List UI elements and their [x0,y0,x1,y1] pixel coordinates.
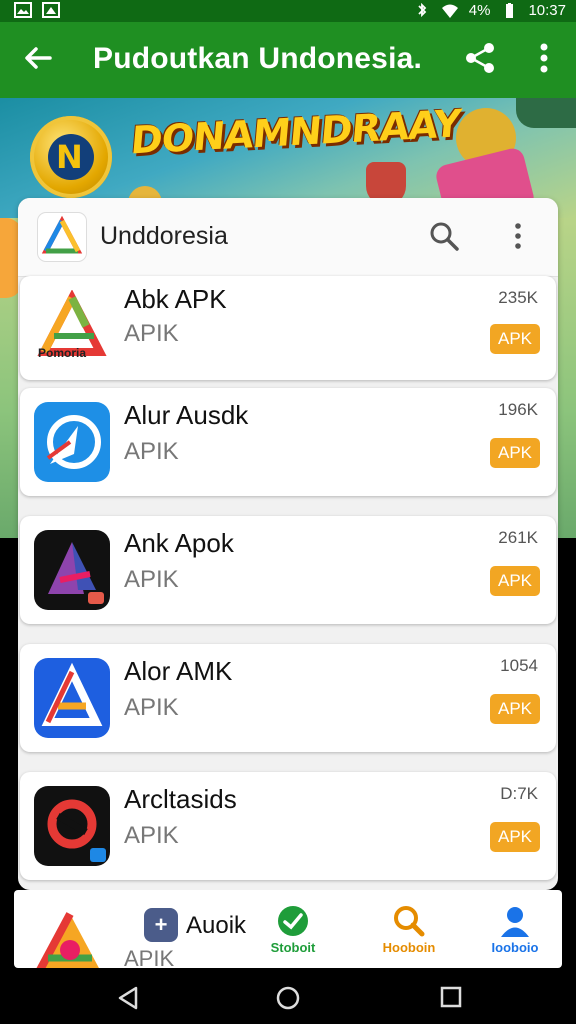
nav-label: Iooboio [491,940,539,955]
app-type: APIK [124,320,179,347]
app-size: 1054 [500,656,538,675]
person-icon [501,907,529,937]
app-name: Alur Ausdk [124,400,249,430]
back-triangle-icon[interactable] [116,986,140,1010]
app-icon [34,658,110,738]
app-size: 235K [498,288,538,307]
apk-button[interactable]: APK [490,566,540,596]
nav-item-iooboio[interactable]: Iooboio [470,904,560,964]
check-circle-icon [278,906,308,936]
bluetooth-icon [418,2,427,17]
search-label: Unddoresia [100,222,228,250]
battery-icon [506,2,514,18]
app-list-panel: Unddoresia Pomoria Abk APK APIK 235K APK… [18,198,558,890]
list-item[interactable]: Alur Ausdk APIK 196K APK [20,388,556,496]
search-icon [394,906,425,937]
app-icon-text: Pomoria [38,346,87,360]
list-item[interactable]: Alor AMK APIK 1054 APK [20,644,556,752]
app-size: D:7K [500,784,538,803]
banner-decoration [516,98,576,128]
nav-item-stoboit[interactable]: Stoboit [248,904,338,964]
app-icon [34,402,110,482]
gallery-icon [14,2,32,18]
list-item[interactable]: Pomoria Abk APK APIK 235K APK [20,276,556,380]
apk-button[interactable]: APK [490,822,540,852]
page-title: Pudoutkan Undonesia. [93,42,423,75]
status-bar: 4% 10:37 [0,0,576,22]
apk-button[interactable]: APK [490,324,540,354]
home-circle-icon[interactable] [276,986,300,1010]
app-size: 261K [498,528,538,547]
app-icon [34,530,110,610]
list-item[interactable]: Arcltasids APIK D:7K APK [20,772,556,880]
bottom-nav-bar: Auoik + APIK Stoboit Hooboin Iooboio [14,890,562,968]
back-arrow-icon[interactable] [22,42,54,74]
app-icon: Pomoria [34,290,110,370]
search-icon[interactable] [428,220,460,252]
recents-square-icon[interactable] [440,986,462,1008]
preview-app-type: APIK [124,946,175,968]
more-vert-icon[interactable] [510,220,526,252]
system-nav-bar [0,968,576,1024]
share-icon[interactable] [462,40,498,76]
app-name: Arcltasids [124,784,237,814]
app-type: APIK [124,438,179,465]
apk-button[interactable]: APK [490,694,540,724]
banner-headline: DONAMNDRAAY [129,101,463,163]
app-type: APIK [124,822,179,849]
preview-app-name: Auoik [186,912,247,939]
app-logo-icon [38,213,86,261]
app-size: 196K [498,400,538,419]
app-bar: Pudoutkan Undonesia. [0,22,576,98]
app-type: APIK [124,694,179,721]
status-time: 10:37 [528,2,566,19]
app-type: APIK [124,566,179,593]
battery-percent: 4% [468,2,491,19]
preview-app-icon [36,912,99,968]
list-item[interactable]: Ank Apok APIK 261K APK [20,516,556,624]
nav-item-hooboin[interactable]: Hooboin [364,904,454,964]
preview-badge-icon: + [144,908,178,942]
app-name: Abk APK [124,284,227,314]
image-icon [42,2,60,18]
wifi-icon [441,4,458,18]
app-name: Ank Apok [124,528,234,558]
nav-label: Hooboin [382,940,436,955]
more-vert-icon[interactable] [536,40,552,76]
apk-button[interactable]: APK [490,438,540,468]
nav-label: Stoboit [270,940,316,955]
app-icon [34,786,110,866]
search-bar: Unddoresia [18,198,558,277]
banner-logo: N [30,116,112,198]
app-name: Alor AMK [124,656,233,686]
